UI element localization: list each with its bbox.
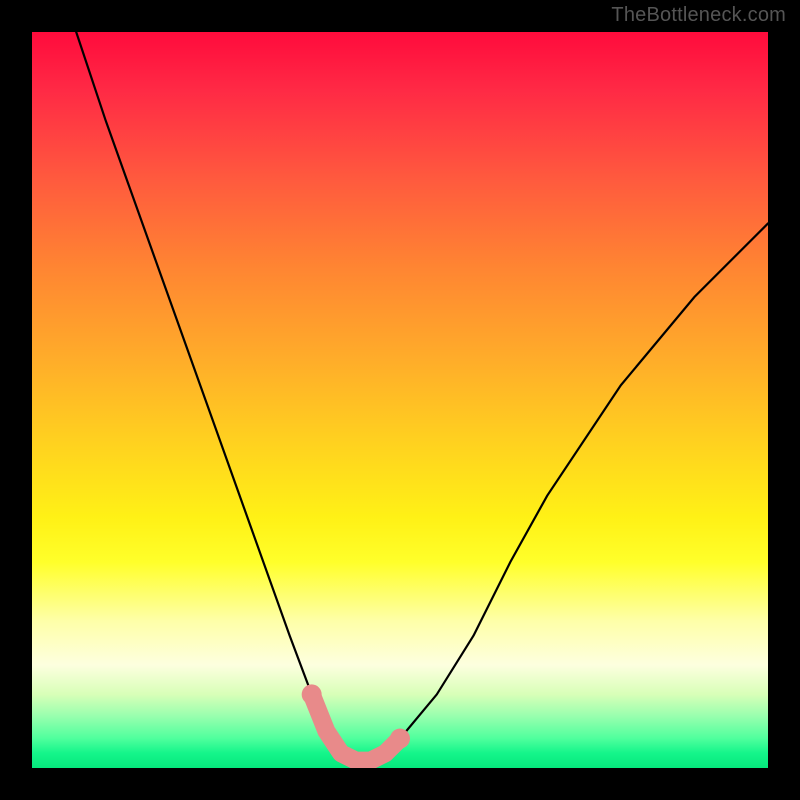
chart-frame: TheBottleneck.com	[0, 0, 800, 800]
bottleneck-curve	[76, 32, 768, 761]
curve-layer	[32, 32, 768, 768]
watermark-text: TheBottleneck.com	[611, 4, 786, 27]
highlight-segment	[302, 684, 410, 760]
plot-area	[32, 32, 768, 768]
